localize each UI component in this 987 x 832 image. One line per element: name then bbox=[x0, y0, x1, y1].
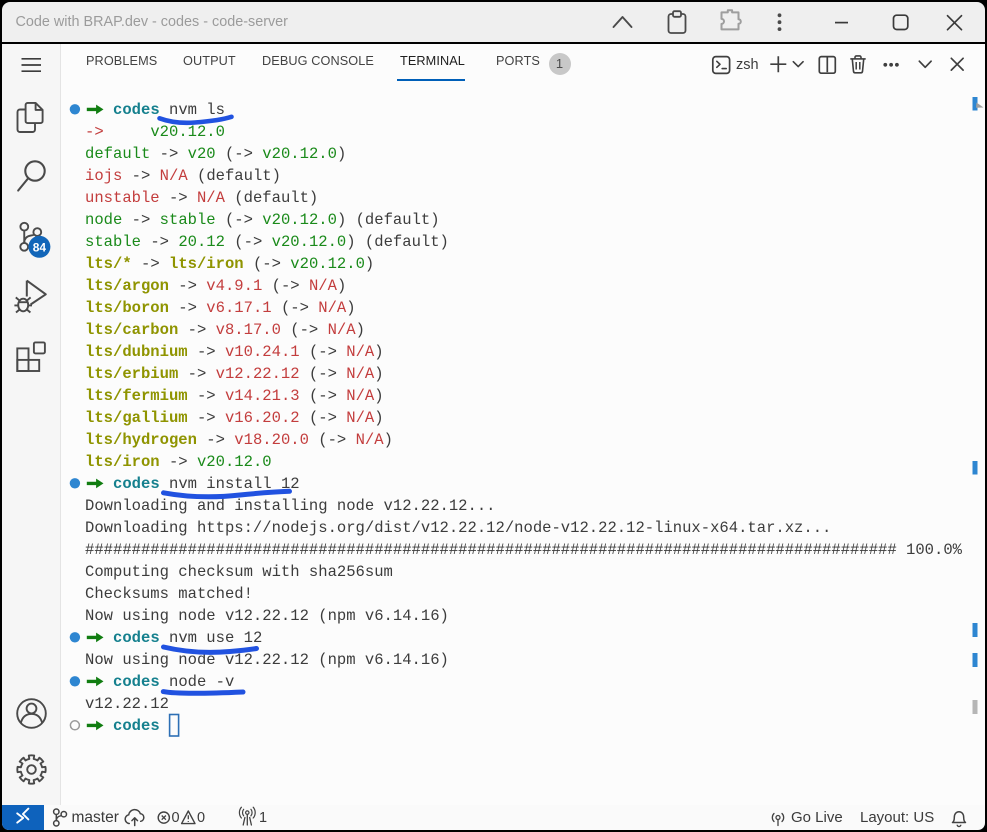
svg-text:84: 84 bbox=[33, 240, 47, 254]
